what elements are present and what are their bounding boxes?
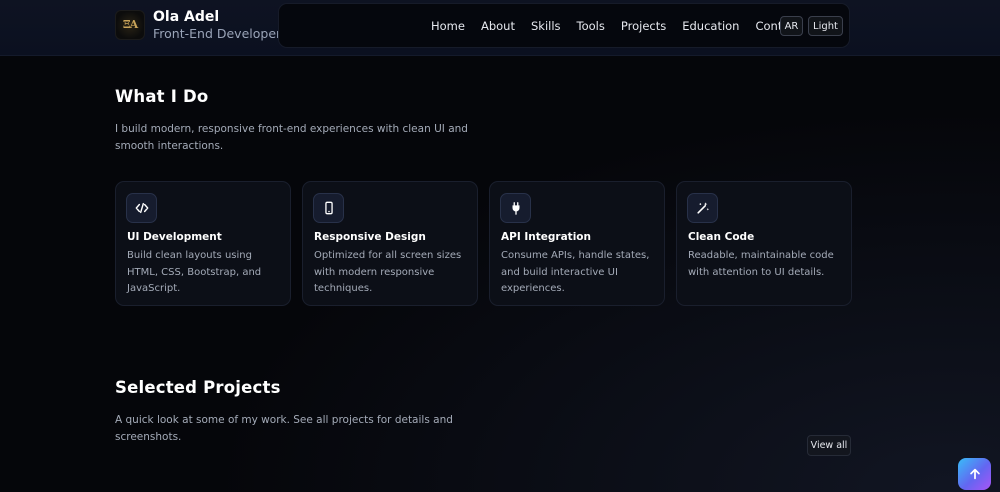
brand-name: Ola Adel — [153, 9, 220, 25]
magic-wand-icon — [687, 193, 718, 223]
arrow-up-icon — [969, 468, 980, 480]
card-description: Consume APIs, handle states, and build i… — [501, 250, 650, 294]
nav-item-projects[interactable]: Projects — [621, 19, 666, 33]
card-description: Readable, maintainable code with attenti… — [688, 250, 834, 278]
card-description: Optimized for all screen sizes with mode… — [314, 250, 462, 294]
service-card-responsive-design: Responsive Design Optimized for all scre… — [302, 181, 478, 306]
section-lead-what-i-do: I build modern, responsive front-end exp… — [115, 123, 468, 152]
card-title: API Integration — [501, 231, 591, 243]
language-toggle-button[interactable]: AR — [780, 16, 803, 36]
service-card-clean-code: Clean Code Readable, maintainable code w… — [676, 181, 852, 306]
logo-icon: ΞA — [115, 9, 145, 40]
code-icon — [126, 193, 157, 223]
brand[interactable]: ΞA Ola Adel Front-End Developer — [115, 9, 281, 41]
nav-item-about[interactable]: About — [481, 19, 515, 33]
section-lead-selected-projects: A quick look at some of my work. See all… — [115, 414, 453, 443]
card-title: UI Development — [127, 231, 222, 243]
view-all-projects-button[interactable]: View all — [807, 435, 851, 456]
main-nav: Home About Skills Tools Projects Educati… — [431, 19, 816, 33]
nav-item-skills[interactable]: Skills — [531, 19, 561, 33]
service-card-api-integration: API Integration Consume APIs, handle sta… — [489, 181, 665, 306]
section-title-what-i-do: What I Do — [115, 87, 209, 106]
site-header: ΞA Ola Adel Front-End Developer Home Abo… — [0, 0, 1000, 56]
back-to-top-button[interactable] — [958, 458, 991, 490]
card-description: Build clean layouts using HTML, CSS, Boo… — [127, 250, 262, 294]
theme-toggle-button[interactable]: Light — [808, 16, 843, 36]
brand-role: Front-End Developer — [153, 25, 282, 41]
section-title-selected-projects: Selected Projects — [115, 378, 281, 397]
nav-item-home[interactable]: Home — [431, 19, 465, 33]
nav-item-tools[interactable]: Tools — [577, 19, 605, 33]
plug-icon — [500, 193, 531, 223]
service-card-ui-development: UI Development Build clean layouts using… — [115, 181, 291, 306]
nav-item-education[interactable]: Education — [682, 19, 739, 33]
brand-text: Ola Adel Front-End Developer — [153, 9, 281, 41]
card-title: Clean Code — [688, 231, 755, 243]
card-title: Responsive Design — [314, 231, 426, 243]
mobile-icon — [313, 193, 344, 223]
